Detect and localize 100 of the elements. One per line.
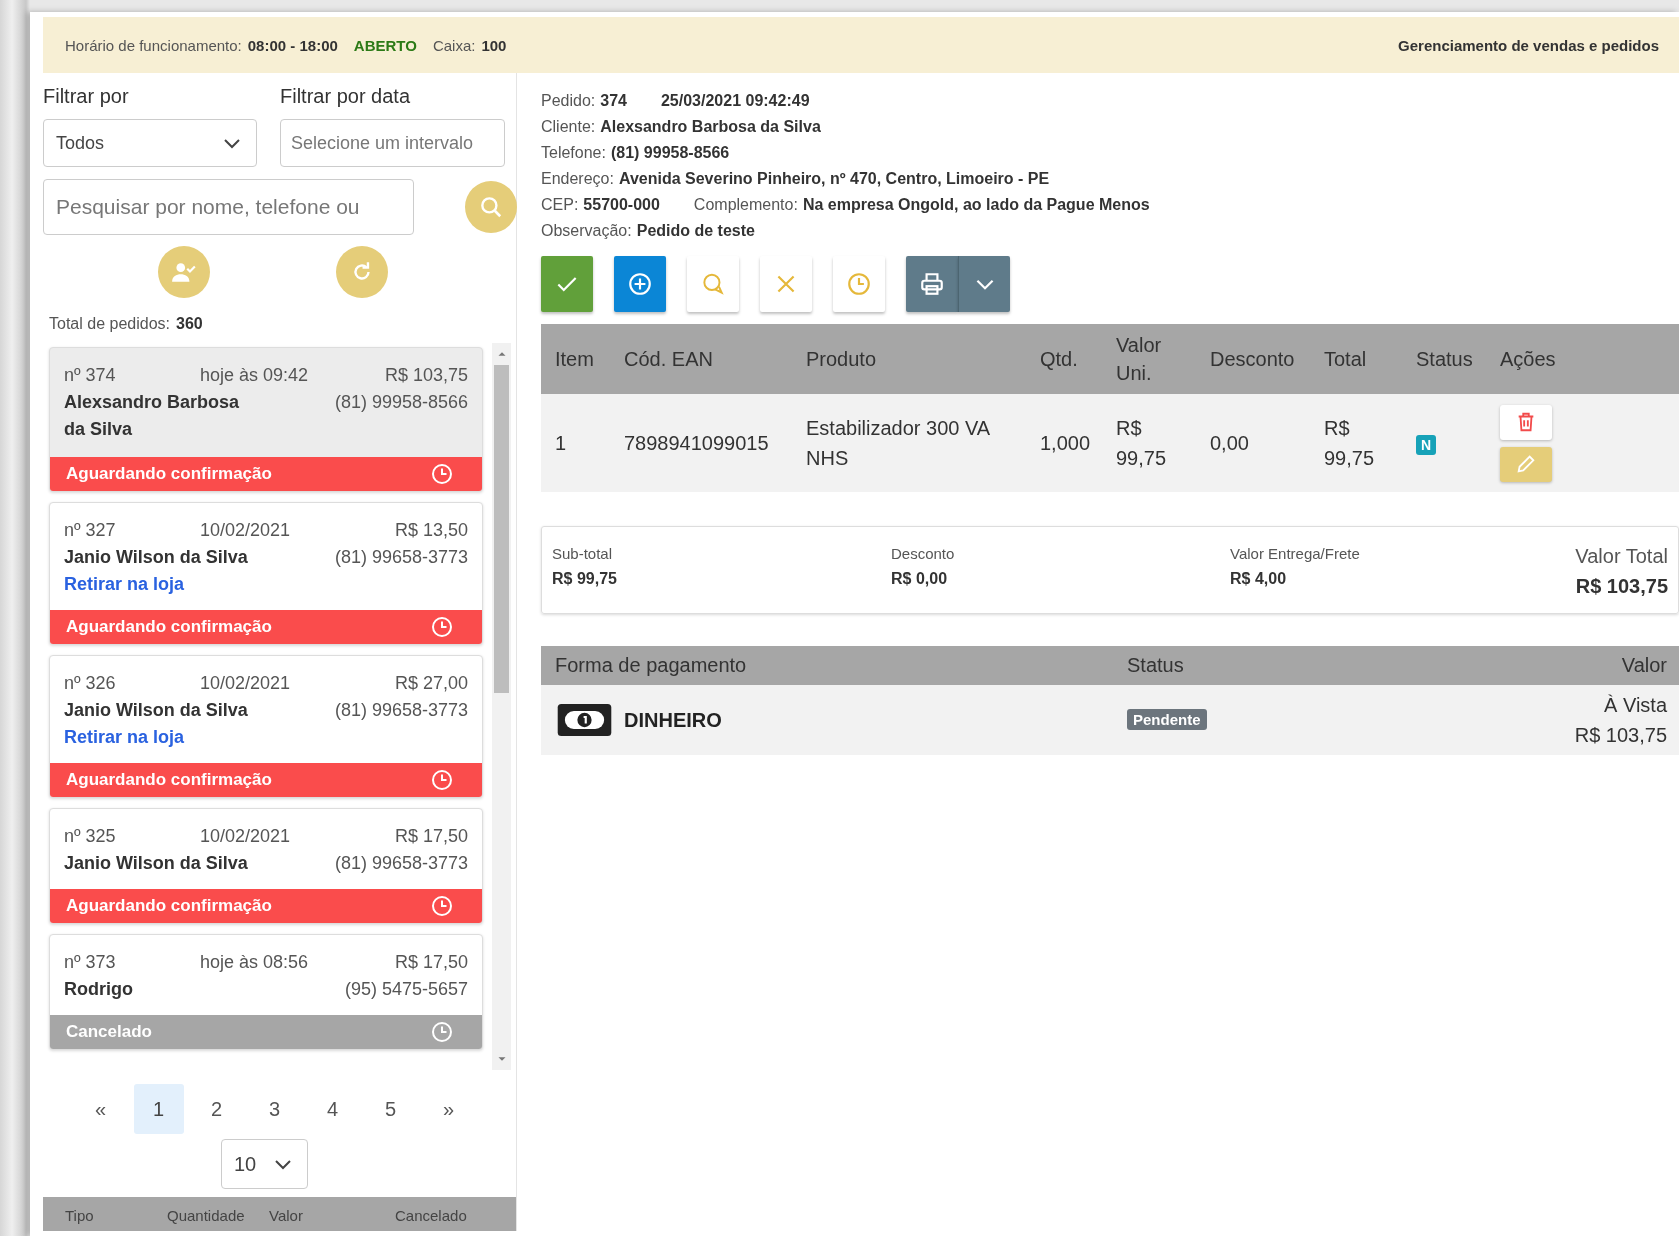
status-badge: Pendente bbox=[1127, 709, 1207, 730]
status-label: Aguardando confirmação bbox=[66, 464, 272, 484]
page-button[interactable]: 5 bbox=[365, 1084, 416, 1134]
order-card[interactable]: nº 327 10/02/2021 R$ 13,50 Janio Wilson da Silva (81) 99658-3773 Retirar na loja Aguardando confirmação bbox=[49, 502, 483, 645]
search-field[interactable]: Pesquisar por nome, telefone ou bbox=[43, 179, 414, 235]
page-button[interactable]: 3 bbox=[249, 1084, 300, 1134]
cancel-button[interactable] bbox=[760, 256, 812, 312]
customer-phone: (81) 99958-8566 bbox=[334, 391, 468, 414]
field-value: Pedido de teste bbox=[636, 221, 755, 241]
total-label: Valor Total bbox=[1575, 544, 1668, 569]
delete-button[interactable] bbox=[1500, 404, 1552, 440]
table-cell: R$ 99,75 bbox=[1324, 417, 1375, 469]
total-label: Desconto bbox=[891, 544, 956, 564]
scrollbar[interactable] bbox=[492, 343, 511, 1070]
message-button[interactable] bbox=[687, 256, 739, 312]
field-label: Telefone: bbox=[541, 143, 606, 163]
order-date: 10/02/2021 bbox=[200, 672, 292, 695]
total-value: R$ 99,75 bbox=[552, 569, 618, 589]
field-value: Alexsandro Barbosa da Silva bbox=[600, 117, 821, 137]
order-number: nº 374 bbox=[64, 364, 117, 387]
pickup-label: Retirar na loja bbox=[64, 573, 186, 596]
status-badge: N bbox=[1416, 435, 1437, 455]
clock-icon bbox=[846, 271, 872, 297]
status-label: Aguardando confirmação bbox=[66, 896, 272, 916]
status-label: Aguardando confirmação bbox=[66, 617, 272, 637]
total-label: Sub-total bbox=[552, 544, 614, 564]
customer-filter-button[interactable] bbox=[158, 246, 210, 298]
order-card[interactable]: nº 374 hoje às 09:42 R$ 103,75 Alexsandro Barbosa da Silva (81) 99958-8566 Aguardando confirmação bbox=[49, 347, 483, 492]
order-number: nº 326 bbox=[64, 672, 117, 695]
order-number: nº 327 bbox=[64, 519, 117, 542]
search-icon bbox=[478, 194, 504, 220]
customer-name: Alexsandro Barbosa da Silva bbox=[64, 391, 241, 441]
table-cell: 1,000 bbox=[1040, 432, 1091, 454]
pencil-icon bbox=[1515, 453, 1537, 475]
confirm-button[interactable] bbox=[541, 256, 593, 312]
field-label: CEP: bbox=[541, 195, 579, 215]
customer-name: Janio Wilson da Silva bbox=[64, 852, 249, 875]
page-button[interactable]: 1 bbox=[133, 1084, 184, 1134]
field-label: Complemento: bbox=[693, 195, 798, 215]
customer-phone: (81) 99658-3773 bbox=[334, 699, 468, 722]
plus-circle-icon bbox=[627, 271, 653, 297]
refresh-button[interactable] bbox=[336, 246, 388, 298]
column-header: Total bbox=[1310, 324, 1402, 394]
page-button[interactable]: 2 bbox=[191, 1084, 242, 1134]
clock-icon bbox=[430, 768, 454, 792]
column-header: Item bbox=[541, 324, 610, 394]
status-label: Cancelado bbox=[66, 1022, 152, 1042]
date-filter-label: Filtrar por data bbox=[280, 85, 412, 109]
filter-dropdown[interactable]: Todos bbox=[43, 119, 257, 167]
order-price: R$ 27,00 bbox=[393, 672, 468, 695]
payment-value: R$ 103,75 bbox=[1574, 723, 1667, 748]
open-status: ABERTO bbox=[353, 36, 417, 54]
customer-phone: (95) 5475-5657 bbox=[344, 978, 468, 1001]
printer-icon bbox=[919, 271, 945, 297]
search-button[interactable] bbox=[465, 181, 517, 233]
page-button[interactable]: 4 bbox=[307, 1084, 358, 1134]
order-card[interactable]: nº 325 10/02/2021 R$ 17,50 Janio Wilson da Silva (81) 99658-3773 Aguardando confirmação bbox=[49, 808, 483, 924]
add-button[interactable] bbox=[614, 256, 666, 312]
field-value: Avenida Severino Pinheiro, nº 470, Centro, Limoeiro - PE bbox=[618, 169, 1050, 189]
column-header: Valor bbox=[269, 1207, 304, 1226]
filter-label: Filtrar por bbox=[43, 85, 130, 109]
customer-phone: (81) 99658-3773 bbox=[334, 546, 468, 569]
last-page-button[interactable]: » bbox=[423, 1084, 474, 1134]
field-label: Endereço: bbox=[541, 169, 614, 189]
print-button[interactable] bbox=[906, 256, 958, 312]
order-card[interactable]: nº 373 hoje às 08:56 R$ 17,50 Rodrigo (95) 5475-5657 Cancelado bbox=[49, 934, 483, 1050]
edit-button[interactable] bbox=[1500, 446, 1552, 482]
customer-phone: (81) 99658-3773 bbox=[334, 852, 468, 875]
date-range-field[interactable]: Selecione um intervalo bbox=[280, 119, 505, 167]
column-header: Desconto bbox=[1196, 324, 1310, 394]
clock-icon bbox=[430, 894, 454, 918]
total-value: R$ 103,75 bbox=[1575, 574, 1668, 599]
customer-name: Rodrigo bbox=[64, 978, 134, 1001]
status-label: Aguardando confirmação bbox=[66, 770, 272, 790]
cash-label: Caixa: bbox=[432, 36, 476, 54]
column-header: Tipo bbox=[65, 1207, 95, 1226]
field-label: Observação: bbox=[541, 221, 632, 241]
page-size-dropdown[interactable]: 10 bbox=[221, 1139, 308, 1189]
table-cell: 1 bbox=[555, 432, 567, 454]
total-label: Valor Entrega/Frete bbox=[1230, 544, 1361, 564]
column-header: Forma de pagamento bbox=[555, 654, 748, 677]
customer-name: Janio Wilson da Silva bbox=[64, 699, 249, 722]
order-price: R$ 103,75 bbox=[383, 364, 468, 387]
table-cell: 7898941099015 bbox=[624, 432, 769, 454]
pickup-label: Retirar na loja bbox=[64, 726, 186, 749]
order-date: hoje às 09:42 bbox=[200, 364, 310, 387]
first-page-button[interactable]: « bbox=[75, 1084, 126, 1134]
scrollbar-thumb[interactable] bbox=[494, 365, 509, 693]
clock-icon bbox=[430, 615, 454, 639]
field-value: (81) 99958-8566 bbox=[610, 143, 730, 163]
column-header: Valor Uni. bbox=[1102, 324, 1196, 394]
hours-label: Horário de funcionamento: bbox=[65, 36, 242, 54]
order-card[interactable]: nº 326 10/02/2021 R$ 27,00 Janio Wilson da Silva (81) 99658-3773 Retirar na loja Aguardando confirmação bbox=[49, 655, 483, 798]
order-date: 10/02/2021 bbox=[200, 825, 292, 848]
field-value: 374 bbox=[600, 91, 627, 111]
total-value: 360 bbox=[176, 315, 203, 332]
page-title: Gerenciamento de vendas e pedidos bbox=[1398, 36, 1659, 54]
schedule-button[interactable] bbox=[833, 256, 885, 312]
table-cell: R$ 99,75 bbox=[1116, 417, 1167, 469]
customer-name: Janio Wilson da Silva bbox=[64, 546, 249, 569]
